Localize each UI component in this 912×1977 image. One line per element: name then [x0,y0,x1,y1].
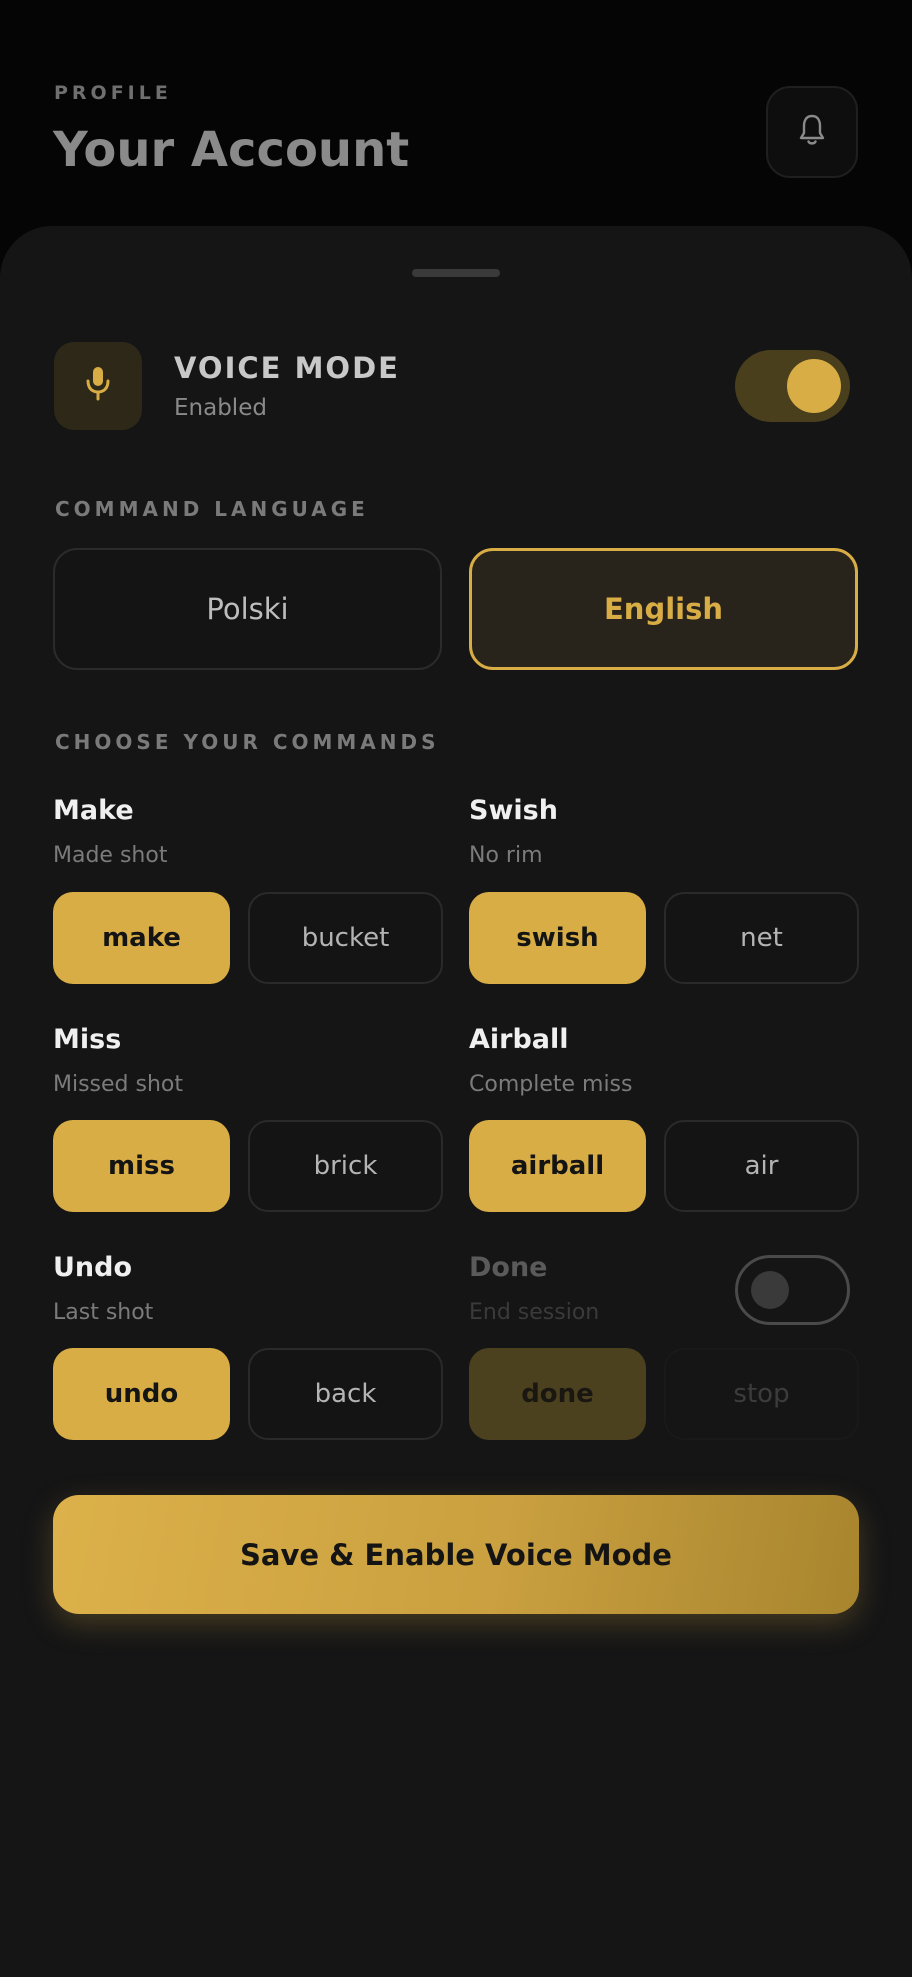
command-airball-option-air[interactable]: air [664,1120,859,1212]
command-done-option-stop[interactable]: stop [664,1348,859,1440]
command-airball-option-airball[interactable]: airball [469,1120,646,1212]
command-done-option-done[interactable]: done [469,1348,646,1440]
command-swish-subtitle: No rim [469,843,543,868]
command-done-title: Done [469,1252,548,1283]
command-miss-option-brick[interactable]: brick [248,1120,443,1212]
toggle-knob [787,359,841,413]
command-make-option-make[interactable]: make [53,892,230,984]
command-swish-option-net[interactable]: net [664,892,859,984]
page-overline: PROFILE [54,82,172,104]
toggle-knob [751,1271,789,1309]
command-undo-title: Undo [53,1252,133,1283]
settings-sheet [0,226,912,1977]
command-swish-option-swish[interactable]: swish [469,892,646,984]
page-title: Your Account [53,122,410,178]
command-airball-title: Airball [469,1024,569,1055]
command-done-toggle[interactable] [735,1255,850,1325]
command-undo-option-back[interactable]: back [248,1348,443,1440]
command-airball-subtitle: Complete miss [469,1072,633,1097]
language-option-english[interactable]: English [469,548,858,670]
command-miss-option-miss[interactable]: miss [53,1120,230,1212]
sheet-drag-handle[interactable] [412,269,500,277]
command-done-subtitle: End session [469,1300,600,1325]
command-make-option-bucket[interactable]: bucket [248,892,443,984]
voice-mode-icon-box [54,342,142,430]
command-make-title: Make [53,795,134,826]
language-option-polski[interactable]: Polski [53,548,442,670]
command-undo-subtitle: Last shot [53,1300,154,1325]
choose-commands-label: CHOOSE YOUR COMMANDS [55,730,440,754]
command-make-subtitle: Made shot [53,843,168,868]
command-miss-subtitle: Missed shot [53,1072,184,1097]
bell-icon [797,113,827,151]
microphone-icon [84,365,112,407]
notifications-button[interactable] [766,86,858,178]
voice-mode-title: VOICE MODE [174,351,400,385]
command-miss-title: Miss [53,1024,122,1055]
save-enable-voice-mode-button[interactable]: Save & Enable Voice Mode [53,1495,859,1614]
screen: PROFILE Your Account VOICE MODE Enabled … [0,0,912,1977]
command-swish-title: Swish [469,795,558,826]
voice-mode-status: Enabled [174,395,267,421]
command-undo-option-undo[interactable]: undo [53,1348,230,1440]
command-language-label: COMMAND LANGUAGE [55,497,369,521]
voice-mode-toggle[interactable] [735,350,850,422]
